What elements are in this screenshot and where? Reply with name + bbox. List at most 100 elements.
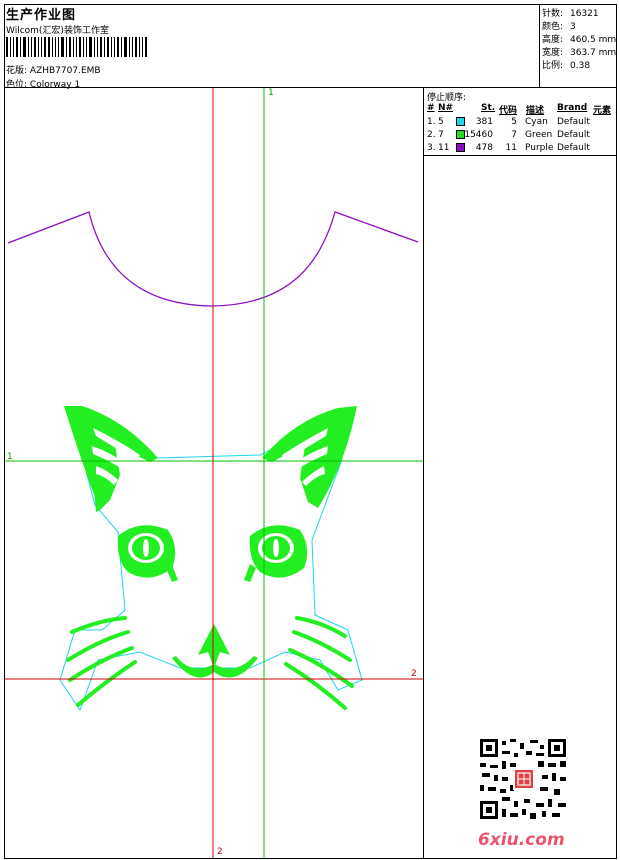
table-row: 3. 11 478 11 Purple Default [427, 143, 617, 155]
barcode-bar [97, 37, 98, 57]
barcode-bar [16, 37, 18, 57]
watermark-logo: 6xiu.com [478, 830, 565, 850]
row-needle: 11 [438, 143, 450, 153]
page-title: 生产作业图 [6, 8, 77, 23]
design-file-row: 花版: AZHB7707.EMB [6, 63, 101, 76]
row-brand: Default [557, 117, 590, 127]
barcode-bar [41, 37, 42, 57]
color-swatch [456, 143, 465, 152]
barcode-bar [73, 37, 74, 57]
stat-label: 比例: [542, 61, 564, 71]
stat-scale: 比例: 0.38 [542, 58, 590, 71]
barcode-bar [31, 37, 32, 57]
row-desc: Green [525, 130, 553, 140]
barcode-bar [10, 37, 11, 57]
stop-sequence-title: 停止顺序: [427, 93, 467, 103]
stat-label: 颜色: [542, 22, 564, 32]
row-code: 5 [511, 117, 517, 127]
row-needle: 7 [438, 130, 444, 140]
barcode-bar [20, 37, 21, 57]
stat-value: 0.38 [570, 61, 591, 71]
barcode-bar [83, 37, 84, 57]
row-desc: Cyan [525, 117, 548, 127]
barcode-bar [104, 37, 105, 57]
barcode-bar [52, 37, 53, 57]
barcode-bar [100, 37, 102, 57]
row-stitches: 15460 [464, 130, 493, 140]
col-header-brand: Brand [557, 103, 588, 113]
row-desc: Purple [525, 143, 554, 153]
row-index: 3. [427, 143, 436, 153]
barcode-bar [114, 37, 115, 57]
row-stitches: 381 [475, 117, 493, 127]
barcode [6, 37, 152, 57]
design-file: AZHB7707.EMB [29, 66, 101, 76]
barcode-bar [86, 37, 87, 57]
axis-label-horizontal-left: 1 [7, 452, 13, 462]
table-row: 1. 5 381 5 Cyan Default [427, 117, 617, 129]
row-index: 2. [427, 130, 436, 140]
qr-code [480, 739, 566, 819]
stat-width: 宽度: 363.7 mm [542, 45, 616, 58]
stat-value: 460.5 mm [570, 35, 617, 45]
stat-label: 高度: [542, 35, 564, 45]
axis-label-vertical-top: 1 [268, 88, 274, 98]
row-brand: Default [557, 130, 590, 140]
axis-label-vertical-bottom: 2 [217, 847, 223, 857]
barcode-bar [13, 37, 14, 57]
stat-label: 宽度: [542, 48, 564, 58]
nose-mouth [172, 624, 258, 678]
row-code: 11 [505, 143, 517, 153]
col-header-needle: N# [438, 103, 454, 113]
barcode-bar [61, 37, 64, 57]
barcode-bar [124, 37, 127, 57]
barcode-bar [132, 37, 133, 57]
left-eye [117, 525, 178, 582]
col-header-element: 元素 [593, 106, 612, 116]
barcode-bar [48, 37, 50, 57]
col-header-stitches: St. [481, 103, 496, 113]
barcode-bar [44, 37, 46, 57]
axis-label-horizontal-right: 2 [411, 669, 417, 679]
row-stitches: 478 [475, 143, 493, 153]
barcode-bar [117, 37, 119, 57]
barcode-bar [94, 37, 95, 57]
right-whiskers [284, 616, 354, 710]
barcode-bar [129, 37, 130, 57]
barcode-bar [139, 37, 140, 57]
barcode-bar [6, 37, 8, 57]
stat-label: 针数: [542, 9, 564, 19]
barcode-bar [79, 37, 81, 57]
col-header-code: 代码 [499, 106, 518, 116]
barcode-bar [55, 37, 56, 57]
table-row: 2. 7 15460 7 Green Default [427, 130, 617, 142]
barcode-bar [34, 37, 36, 57]
barcode-bar [69, 37, 71, 57]
barcode-bar [76, 37, 77, 57]
stat-colors: 颜色: 3 [542, 19, 576, 32]
row-brand: Default [557, 143, 590, 153]
row-needle: 5 [438, 117, 444, 127]
design-canvas[interactable] [5, 88, 423, 858]
color-swatch [456, 117, 465, 126]
right-eye [244, 525, 308, 582]
barcode-bar [38, 37, 39, 57]
col-header-desc: 描述 [526, 106, 545, 116]
barcode-bar [111, 37, 112, 57]
barcode-bar [28, 37, 29, 57]
barcode-bar [89, 37, 92, 57]
col-header-index: # [427, 103, 435, 113]
company-name: Wilcom(汇宏)装饰工作室 [6, 26, 109, 36]
barcode-bar [145, 37, 147, 57]
barcode-bar [142, 37, 143, 57]
stat-height: 高度: 460.5 mm [542, 32, 616, 45]
barcode-bar [107, 37, 109, 57]
barcode-bar [23, 37, 26, 57]
left-whiskers [66, 616, 137, 707]
stat-value: 3 [570, 22, 576, 32]
stat-value: 363.7 mm [570, 48, 617, 58]
barcode-bar [66, 37, 67, 57]
stat-value: 16321 [570, 9, 599, 19]
row-index: 1. [427, 117, 436, 127]
barcode-bar [58, 37, 59, 57]
